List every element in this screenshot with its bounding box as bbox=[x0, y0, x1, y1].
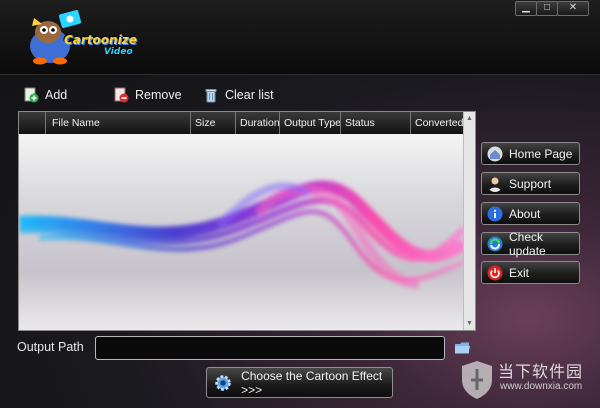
col-checkbox-header[interactable] bbox=[19, 112, 46, 134]
col-file-name[interactable]: File Name bbox=[46, 112, 191, 134]
downxia-watermark: 当下软件园 www.downxia.com bbox=[460, 356, 596, 404]
support-person-icon bbox=[489, 177, 501, 192]
add-file-icon bbox=[24, 87, 39, 103]
about-label: About bbox=[509, 206, 541, 221]
choose-cartoon-effect-button[interactable]: Choose the Cartoon Effect >>> bbox=[206, 367, 393, 398]
home-page-label: Home Page bbox=[509, 146, 573, 161]
add-label: Add bbox=[45, 88, 68, 102]
title-bar: Cartoonize Video ▁ □ ✕ bbox=[0, 0, 600, 75]
watermark-shield-logo bbox=[462, 361, 492, 399]
watermark-cn-text: 当下软件园 bbox=[498, 362, 584, 381]
logo-title: Cartoonize bbox=[64, 33, 137, 47]
refresh-icon bbox=[487, 236, 503, 251]
col-output-type[interactable]: Output Type bbox=[280, 112, 341, 134]
about-button[interactable]: About bbox=[481, 202, 580, 225]
watermark-url-text: www.downxia.com bbox=[500, 381, 583, 392]
scroll-up-icon[interactable]: ▲ bbox=[465, 114, 474, 123]
remove-button[interactable]: Remove bbox=[113, 84, 182, 106]
browse-folder-icon[interactable] bbox=[454, 341, 471, 355]
col-duration[interactable]: Duration bbox=[236, 112, 280, 134]
logo-subtitle: Video bbox=[104, 47, 133, 57]
exit-label: Exit bbox=[509, 265, 530, 280]
home-page-button[interactable]: Home Page bbox=[481, 142, 580, 165]
output-path-label: Output Path bbox=[17, 340, 84, 354]
clear-list-button[interactable]: Clear list bbox=[203, 84, 274, 106]
table-background-art bbox=[19, 134, 464, 330]
power-icon bbox=[487, 265, 503, 280]
remove-file-icon bbox=[114, 87, 129, 103]
output-path-input[interactable] bbox=[95, 336, 445, 360]
support-button[interactable]: Support bbox=[481, 172, 580, 195]
minimize-button[interactable]: ▁ bbox=[515, 1, 537, 16]
check-update-button[interactable]: Check update bbox=[481, 229, 580, 258]
recycle-bin-icon bbox=[205, 89, 217, 103]
maximize-button[interactable]: □ bbox=[536, 1, 558, 16]
exit-button[interactable]: Exit bbox=[481, 261, 580, 284]
close-button[interactable]: ✕ bbox=[557, 1, 589, 16]
scroll-down-icon[interactable]: ▼ bbox=[465, 319, 474, 328]
gear-icon bbox=[215, 374, 231, 391]
remove-label: Remove bbox=[135, 88, 182, 102]
table-header: File Name Size Duration Output Type Stat… bbox=[19, 112, 464, 134]
app-window: Cartoonize Video ▁ □ ✕ Add Remove Clear … bbox=[0, 0, 600, 408]
col-converted[interactable]: Converted bbox=[411, 112, 464, 134]
clear-list-label: Clear list bbox=[225, 88, 274, 102]
choose-cartoon-effect-label: Choose the Cartoon Effect >>> bbox=[241, 368, 383, 397]
info-icon bbox=[487, 206, 503, 221]
home-icon bbox=[487, 146, 503, 161]
support-label: Support bbox=[509, 176, 552, 191]
col-status[interactable]: Status bbox=[341, 112, 411, 134]
col-size[interactable]: Size bbox=[191, 112, 236, 134]
table-scrollbar[interactable]: ▲ ▼ bbox=[463, 112, 475, 330]
file-list-table[interactable]: File Name Size Duration Output Type Stat… bbox=[18, 111, 476, 331]
check-update-label: Check update bbox=[509, 229, 546, 258]
add-button[interactable]: Add bbox=[23, 84, 67, 106]
